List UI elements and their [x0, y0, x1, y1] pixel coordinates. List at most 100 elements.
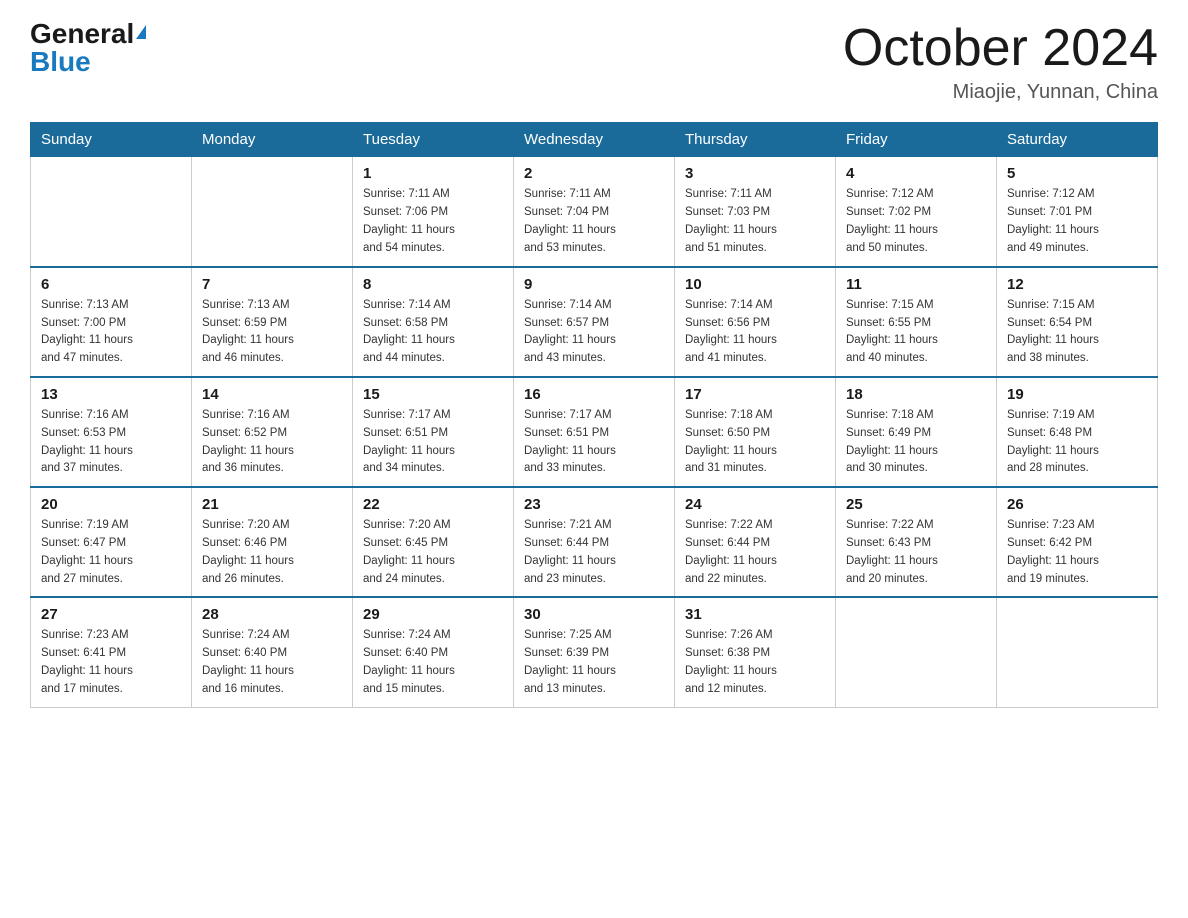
calendar-cell [836, 597, 997, 707]
calendar-cell: 27Sunrise: 7:23 AM Sunset: 6:41 PM Dayli… [31, 597, 192, 707]
day-number: 2 [524, 165, 664, 182]
day-number: 3 [685, 165, 825, 182]
day-number: 1 [363, 165, 503, 182]
calendar-cell: 19 Sunrise: 7:19 AM Sunset: 6:48 PM Dayli… [997, 377, 1158, 487]
day-info: Sunrise: 7:13 AM Sunset: 7:00 PM Dayligh… [41, 297, 181, 368]
logo-general: General [30, 18, 134, 49]
day-number: 10 [685, 276, 825, 293]
calendar-cell: 11Sunrise: 7:15 AM Sunset: 6:55 PM Dayli… [836, 267, 997, 377]
day-number: 26 [1007, 496, 1147, 513]
day-number: 13 [41, 386, 181, 403]
calendar-cell: 13 Sunrise: 7:16 AM Sunset: 6:53 PM Dayli… [31, 377, 192, 487]
calendar-cell: 10 Sunrise: 7:14 AM Sunset: 6:56 PM Dayli… [675, 267, 836, 377]
calendar-cell: 31 Sunrise: 7:26 AM Sunset: 6:38 PM Dayli… [675, 597, 836, 707]
calendar-cell [31, 157, 192, 267]
day-number: 18 [846, 386, 986, 403]
day-info: Sunrise: 7:23 AM Sunset: 6:41 PM Dayligh… [41, 627, 181, 698]
day-number: 6 [41, 276, 181, 293]
day-info: Sunrise: 7:14 AM Sunset: 6:58 PM Dayligh… [363, 297, 503, 368]
day-number: 23 [524, 496, 664, 513]
logo-triangle-icon [136, 25, 146, 39]
calendar-header-sunday: Sunday [31, 123, 192, 157]
calendar-cell: 20Sunrise: 7:19 AM Sunset: 6:47 PM Dayli… [31, 487, 192, 597]
day-info: Sunrise: 7:12 AM Sunset: 7:01 PM Dayligh… [1007, 186, 1147, 257]
calendar-week-row: 27Sunrise: 7:23 AM Sunset: 6:41 PM Dayli… [31, 597, 1158, 707]
day-info: Sunrise: 7:19 AM Sunset: 6:48 PM Dayligh… [1007, 407, 1147, 478]
calendar-cell: 21 Sunrise: 7:20 AM Sunset: 6:46 PM Dayli… [192, 487, 353, 597]
day-info: Sunrise: 7:21 AM Sunset: 6:44 PM Dayligh… [524, 517, 664, 588]
day-info: Sunrise: 7:26 AM Sunset: 6:38 PM Dayligh… [685, 627, 825, 698]
day-info: Sunrise: 7:20 AM Sunset: 6:46 PM Dayligh… [202, 517, 342, 588]
location: Miaojie, Yunnan, China [843, 81, 1158, 104]
logo: General Blue [30, 20, 146, 76]
day-info: Sunrise: 7:16 AM Sunset: 6:53 PM Dayligh… [41, 407, 181, 478]
day-number: 4 [846, 165, 986, 182]
day-info: Sunrise: 7:20 AM Sunset: 6:45 PM Dayligh… [363, 517, 503, 588]
calendar-cell: 4Sunrise: 7:12 AM Sunset: 7:02 PM Daylig… [836, 157, 997, 267]
day-info: Sunrise: 7:11 AM Sunset: 7:06 PM Dayligh… [363, 186, 503, 257]
day-info: Sunrise: 7:11 AM Sunset: 7:04 PM Dayligh… [524, 186, 664, 257]
day-number: 19 [1007, 386, 1147, 403]
calendar-week-row: 1 Sunrise: 7:11 AM Sunset: 7:06 PM Daylig… [31, 157, 1158, 267]
calendar-cell: 16Sunrise: 7:17 AM Sunset: 6:51 PM Dayli… [514, 377, 675, 487]
calendar-cell: 2 Sunrise: 7:11 AM Sunset: 7:04 PM Daylig… [514, 157, 675, 267]
day-number: 7 [202, 276, 342, 293]
calendar-cell [192, 157, 353, 267]
calendar-cell: 9 Sunrise: 7:14 AM Sunset: 6:57 PM Daylig… [514, 267, 675, 377]
day-number: 9 [524, 276, 664, 293]
calendar-cell: 3 Sunrise: 7:11 AM Sunset: 7:03 PM Daylig… [675, 157, 836, 267]
day-number: 12 [1007, 276, 1147, 293]
day-number: 22 [363, 496, 503, 513]
day-number: 31 [685, 606, 825, 623]
calendar-table: SundayMondayTuesdayWednesdayThursdayFrid… [30, 122, 1158, 708]
day-number: 28 [202, 606, 342, 623]
calendar-cell: 1 Sunrise: 7:11 AM Sunset: 7:06 PM Daylig… [353, 157, 514, 267]
day-number: 20 [41, 496, 181, 513]
day-number: 15 [363, 386, 503, 403]
page-header: General Blue October 2024 Miaojie, Yunna… [30, 20, 1158, 104]
day-info: Sunrise: 7:18 AM Sunset: 6:49 PM Dayligh… [846, 407, 986, 478]
day-info: Sunrise: 7:24 AM Sunset: 6:40 PM Dayligh… [363, 627, 503, 698]
calendar-cell: 17 Sunrise: 7:18 AM Sunset: 6:50 PM Dayli… [675, 377, 836, 487]
day-info: Sunrise: 7:17 AM Sunset: 6:51 PM Dayligh… [363, 407, 503, 478]
month-title: October 2024 [843, 20, 1158, 77]
calendar-cell: 25 Sunrise: 7:22 AM Sunset: 6:43 PM Dayli… [836, 487, 997, 597]
calendar-cell: 6 Sunrise: 7:13 AM Sunset: 7:00 PM Daylig… [31, 267, 192, 377]
calendar-cell: 18 Sunrise: 7:18 AM Sunset: 6:49 PM Dayli… [836, 377, 997, 487]
day-number: 21 [202, 496, 342, 513]
calendar-cell: 24 Sunrise: 7:22 AM Sunset: 6:44 PM Dayli… [675, 487, 836, 597]
day-number: 16 [524, 386, 664, 403]
calendar-cell: 12Sunrise: 7:15 AM Sunset: 6:54 PM Dayli… [997, 267, 1158, 377]
calendar-week-row: 13 Sunrise: 7:16 AM Sunset: 6:53 PM Dayli… [31, 377, 1158, 487]
calendar-cell: 28 Sunrise: 7:24 AM Sunset: 6:40 PM Dayli… [192, 597, 353, 707]
day-info: Sunrise: 7:14 AM Sunset: 6:56 PM Dayligh… [685, 297, 825, 368]
day-info: Sunrise: 7:22 AM Sunset: 6:44 PM Dayligh… [685, 517, 825, 588]
day-info: Sunrise: 7:16 AM Sunset: 6:52 PM Dayligh… [202, 407, 342, 478]
day-info: Sunrise: 7:11 AM Sunset: 7:03 PM Dayligh… [685, 186, 825, 257]
calendar-cell: 5Sunrise: 7:12 AM Sunset: 7:01 PM Daylig… [997, 157, 1158, 267]
logo-text: General Blue [30, 20, 146, 76]
day-number: 14 [202, 386, 342, 403]
day-info: Sunrise: 7:14 AM Sunset: 6:57 PM Dayligh… [524, 297, 664, 368]
calendar-header-saturday: Saturday [997, 123, 1158, 157]
day-info: Sunrise: 7:18 AM Sunset: 6:50 PM Dayligh… [685, 407, 825, 478]
day-number: 24 [685, 496, 825, 513]
day-number: 11 [846, 276, 986, 293]
day-info: Sunrise: 7:24 AM Sunset: 6:40 PM Dayligh… [202, 627, 342, 698]
calendar-header-tuesday: Tuesday [353, 123, 514, 157]
calendar-cell: 7 Sunrise: 7:13 AM Sunset: 6:59 PM Daylig… [192, 267, 353, 377]
day-number: 25 [846, 496, 986, 513]
day-info: Sunrise: 7:13 AM Sunset: 6:59 PM Dayligh… [202, 297, 342, 368]
calendar-cell: 23 Sunrise: 7:21 AM Sunset: 6:44 PM Dayli… [514, 487, 675, 597]
day-number: 17 [685, 386, 825, 403]
calendar-header-friday: Friday [836, 123, 997, 157]
calendar-week-row: 6 Sunrise: 7:13 AM Sunset: 7:00 PM Daylig… [31, 267, 1158, 377]
calendar-header-thursday: Thursday [675, 123, 836, 157]
calendar-cell: 8Sunrise: 7:14 AM Sunset: 6:58 PM Daylig… [353, 267, 514, 377]
day-info: Sunrise: 7:22 AM Sunset: 6:43 PM Dayligh… [846, 517, 986, 588]
calendar-cell: 26Sunrise: 7:23 AM Sunset: 6:42 PM Dayli… [997, 487, 1158, 597]
calendar-header-monday: Monday [192, 123, 353, 157]
day-number: 29 [363, 606, 503, 623]
title-area: October 2024 Miaojie, Yunnan, China [843, 20, 1158, 104]
day-info: Sunrise: 7:25 AM Sunset: 6:39 PM Dayligh… [524, 627, 664, 698]
